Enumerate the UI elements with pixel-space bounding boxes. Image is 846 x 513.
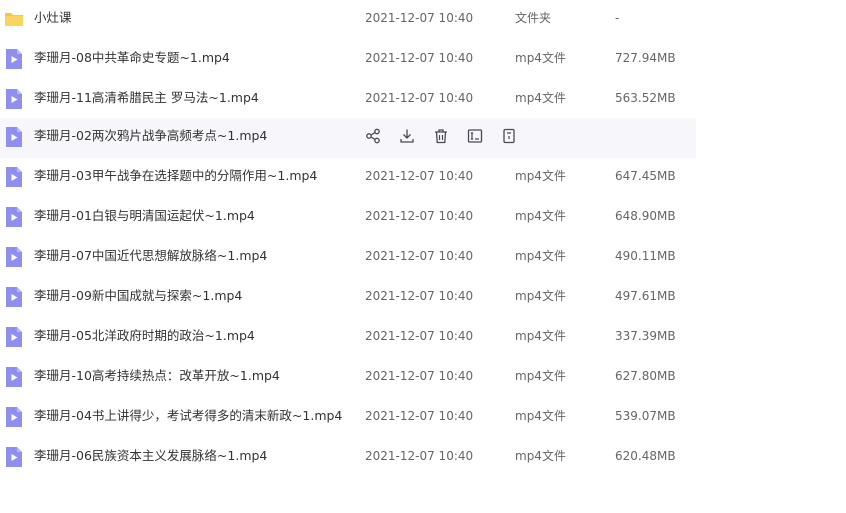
file-name[interactable]: 李珊月-08中共革命史专题~1.mp4 — [34, 40, 230, 80]
video-file-icon — [5, 406, 23, 428]
file-size: 497.61MB — [615, 289, 676, 303]
table-row[interactable]: 李珊月-10高考持续热点：改革开放~1.mp4 2021-12-07 10:40… — [0, 358, 696, 398]
file-list: 小灶课 2021-12-07 10:40 文件夹 - 李珊月-08中共革命史专题… — [0, 0, 846, 513]
share-button[interactable] — [364, 127, 382, 145]
share-icon — [366, 128, 380, 144]
table-row[interactable]: 李珊月-01白银与明清国运起伏~1.mp4 2021-12-07 10:40 m… — [0, 198, 696, 238]
table-row[interactable]: 李珊月-11高清希腊民主 罗马法~1.mp4 2021-12-07 10:40 … — [0, 80, 696, 120]
file-date: 2021-12-07 10:40 — [365, 91, 474, 105]
file-size: 727.94MB — [615, 51, 676, 65]
file-type: mp4文件 — [515, 51, 566, 65]
file-date: 2021-12-07 10:40 — [365, 249, 474, 263]
file-date: 2021-12-07 10:40 — [365, 449, 474, 463]
rename-button[interactable] — [466, 127, 484, 145]
file-date: 2021-12-07 10:40 — [365, 11, 474, 25]
table-row[interactable]: 李珊月-07中国近代思想解放脉络~1.mp4 2021-12-07 10:40 … — [0, 238, 696, 278]
table-row[interactable]: 李珊月-05北洋政府时期的政治~1.mp4 2021-12-07 10:40 m… — [0, 318, 696, 358]
video-file-icon — [5, 286, 23, 308]
video-file-icon — [5, 48, 23, 70]
table-row[interactable]: 李珊月-08中共革命史专题~1.mp4 2021-12-07 10:40 mp4… — [0, 40, 696, 80]
file-name[interactable]: 李珊月-06民族资本主义发展脉络~1.mp4 — [34, 438, 267, 478]
table-row[interactable]: 李珊月-04书上讲得少，考试考得多的清末新政~1.mp4 2021-12-07 … — [0, 398, 696, 438]
file-name[interactable]: 李珊月-09新中国成就与探索~1.mp4 — [34, 278, 242, 318]
file-type: mp4文件 — [515, 409, 566, 423]
video-file-icon — [5, 166, 23, 188]
video-file-icon — [5, 246, 23, 268]
file-type: mp4文件 — [515, 249, 566, 263]
file-name[interactable]: 李珊月-05北洋政府时期的政治~1.mp4 — [34, 318, 255, 358]
file-name[interactable]: 李珊月-10高考持续热点：改革开放~1.mp4 — [34, 358, 280, 398]
table-row[interactable]: 李珊月-03甲午战争在选择题中的分隔作用~1.mp4 2021-12-07 10… — [0, 158, 696, 198]
file-size: - — [615, 11, 620, 25]
folder-icon — [5, 8, 23, 30]
file-size: 563.52MB — [615, 91, 676, 105]
table-row[interactable]: 小灶课 2021-12-07 10:40 文件夹 - — [0, 0, 696, 40]
file-type: mp4文件 — [515, 369, 566, 383]
file-type: mp4文件 — [515, 449, 566, 463]
file-date: 2021-12-07 10:40 — [365, 169, 474, 183]
table-row[interactable]: 李珊月-06民族资本主义发展脉络~1.mp4 2021-12-07 10:40 … — [0, 438, 696, 478]
file-type: mp4文件 — [515, 209, 566, 223]
file-size: 490.11MB — [615, 249, 676, 263]
video-file-icon — [5, 88, 23, 110]
video-file-icon — [5, 326, 23, 348]
file-type: mp4文件 — [515, 169, 566, 183]
file-name[interactable]: 李珊月-07中国近代思想解放脉络~1.mp4 — [34, 238, 267, 278]
file-type: mp4文件 — [515, 329, 566, 343]
file-type: 文件夹 — [515, 11, 552, 25]
file-date: 2021-12-07 10:40 — [365, 369, 474, 383]
video-file-icon — [5, 366, 23, 388]
delete-button[interactable] — [432, 127, 450, 145]
file-type: mp4文件 — [515, 289, 566, 303]
file-date: 2021-12-07 10:40 — [365, 409, 474, 423]
row-actions — [364, 127, 534, 145]
file-date: 2021-12-07 10:40 — [365, 329, 474, 343]
video-file-icon — [5, 206, 23, 228]
file-size: 337.39MB — [615, 329, 676, 343]
more-icon — [503, 128, 515, 144]
file-size: 647.45MB — [615, 169, 676, 183]
more-button[interactable] — [500, 127, 518, 145]
rename-icon — [467, 129, 483, 143]
video-file-icon — [5, 446, 23, 468]
table-row[interactable]: 李珊月-09新中国成就与探索~1.mp4 2021-12-07 10:40 mp… — [0, 278, 696, 318]
file-name[interactable]: 李珊月-03甲午战争在选择题中的分隔作用~1.mp4 — [34, 158, 317, 198]
download-button[interactable] — [398, 127, 416, 145]
download-icon — [400, 129, 414, 143]
file-date: 2021-12-07 10:40 — [365, 51, 474, 65]
table-row-hovered[interactable]: 李珊月-02两次鸦片战争高频考点~1.mp4 — [0, 118, 696, 158]
delete-icon — [435, 129, 447, 144]
file-size: 648.90MB — [615, 209, 676, 223]
file-name[interactable]: 李珊月-04书上讲得少，考试考得多的清末新政~1.mp4 — [34, 398, 342, 438]
file-type: mp4文件 — [515, 91, 566, 105]
file-size: 627.80MB — [615, 369, 676, 383]
file-name[interactable]: 李珊月-02两次鸦片战争高频考点~1.mp4 — [34, 118, 267, 158]
file-name[interactable]: 李珊月-01白银与明清国运起伏~1.mp4 — [34, 198, 255, 238]
video-file-icon — [5, 126, 23, 148]
file-date: 2021-12-07 10:40 — [365, 289, 474, 303]
file-size: 620.48MB — [615, 449, 676, 463]
file-name[interactable]: 李珊月-11高清希腊民主 罗马法~1.mp4 — [34, 80, 259, 120]
file-date: 2021-12-07 10:40 — [365, 209, 474, 223]
file-size: 539.07MB — [615, 409, 676, 423]
file-name[interactable]: 小灶课 — [34, 0, 72, 40]
